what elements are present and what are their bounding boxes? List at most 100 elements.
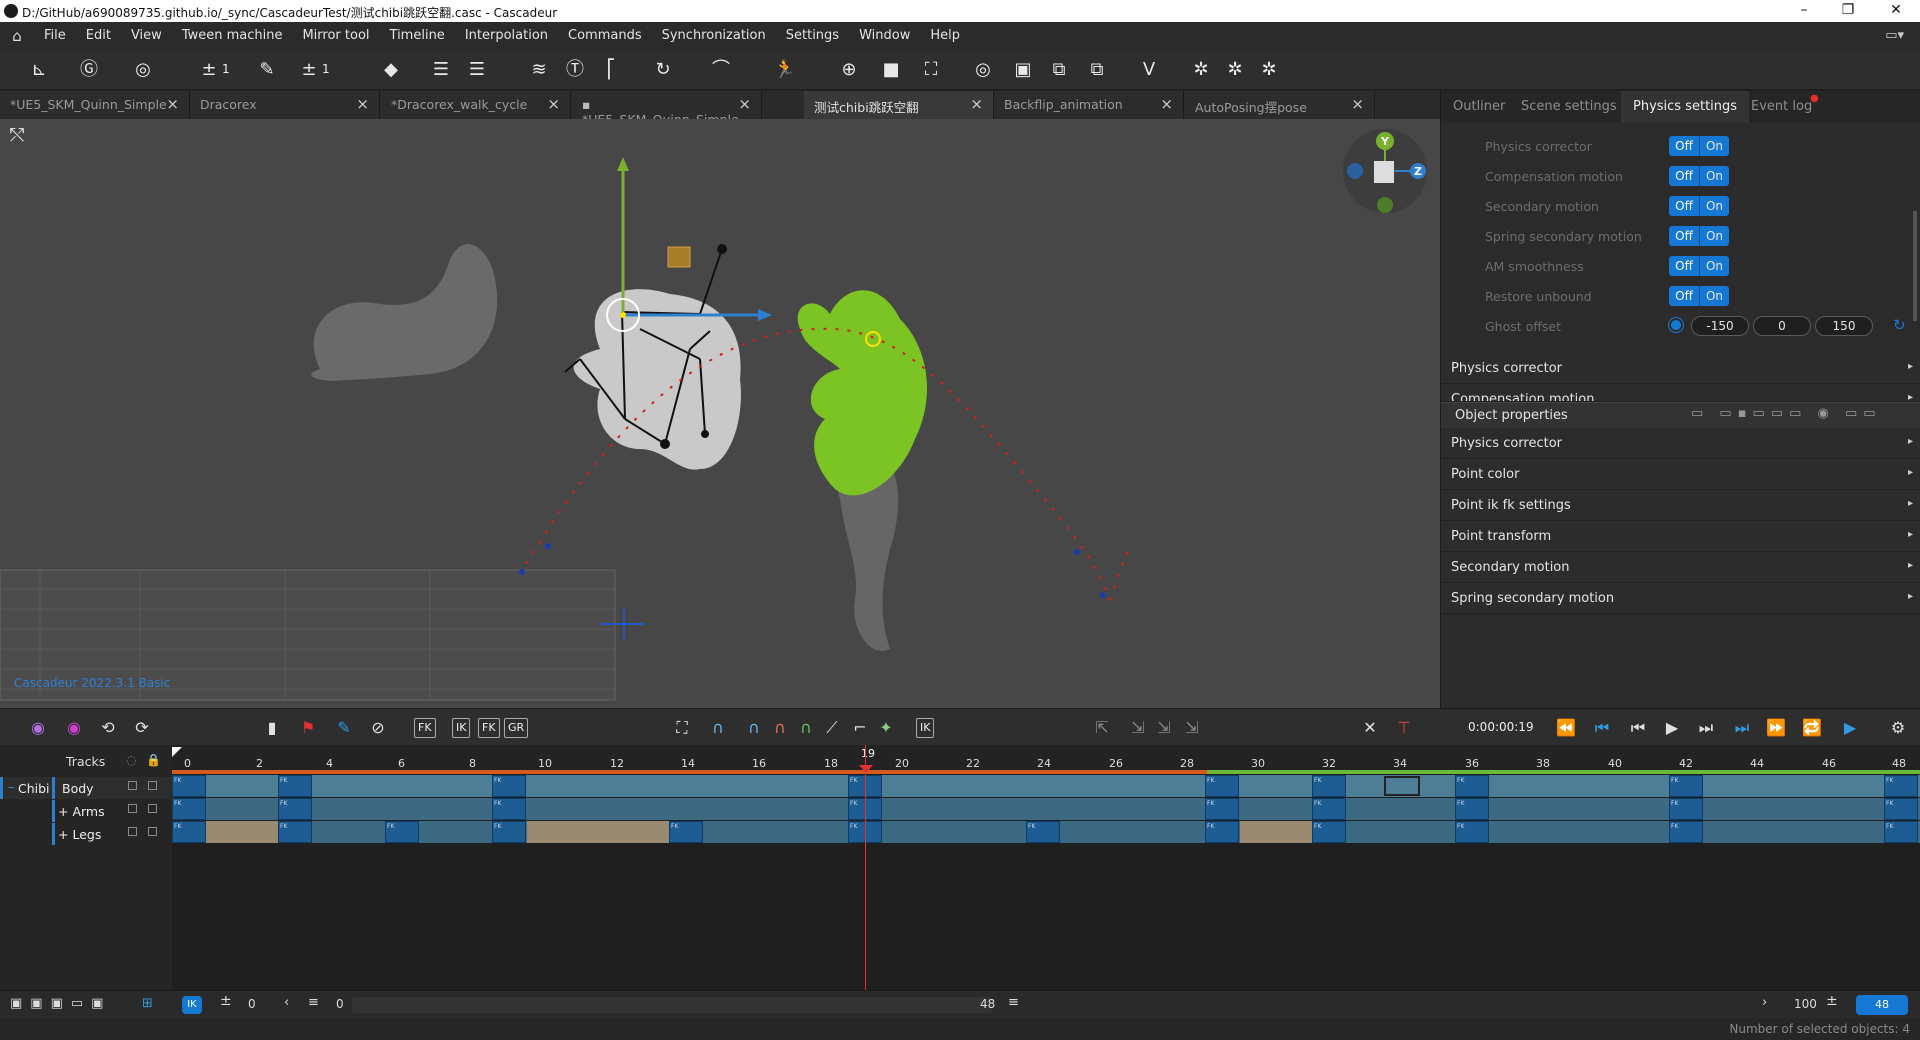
scroll-right-icon[interactable]: › (1762, 995, 1767, 1010)
angle-step-icon[interactable]: ± (296, 58, 322, 82)
menu-window[interactable]: Window (849, 22, 920, 50)
curve3-icon[interactable]: ∩ (768, 717, 792, 739)
tab-dracorex[interactable]: Dracorex × (190, 91, 380, 119)
track-row-body[interactable]: – Chibi Body (0, 777, 172, 799)
visibility-icon[interactable]: ◌ (126, 753, 136, 767)
object-properties-icons[interactable]: ▭ ▭▪▭▭▭ ◉ ▭▭ (1691, 406, 1882, 421)
curve2-icon[interactable]: ∩ (742, 717, 766, 739)
section-secondary-motion[interactable]: Secondary motion ▸ (1441, 552, 1920, 583)
section-spring-secondary[interactable]: Spring secondary motion ▸ (1441, 583, 1920, 614)
play-icon[interactable]: ▶ (1660, 717, 1684, 739)
settings-gear-icon[interactable]: ⚙ (1886, 717, 1910, 739)
secondary-motion-toggle[interactable]: Off On (1669, 196, 1729, 216)
keyframe[interactable]: FK (1884, 775, 1918, 797)
autopose-icon[interactable]: 🏃 (772, 58, 798, 82)
loop-icon[interactable]: ⟲ (96, 717, 120, 739)
menu-synchronization[interactable]: Synchronization (652, 22, 776, 50)
global-coords-icon[interactable]: Ⓖ (76, 58, 102, 82)
ghost-mode2-icon[interactable]: ◉ (62, 717, 86, 739)
scroll-left-icon[interactable]: ‹ (284, 995, 289, 1010)
keyframe[interactable]: FK (492, 821, 526, 843)
keyframe[interactable]: FK (492, 775, 526, 797)
prev-frame-icon[interactable]: ⏮ (1626, 717, 1650, 739)
restore-unbound-toggle[interactable]: Off On (1669, 286, 1729, 306)
keyframe[interactable]: FK (1205, 775, 1239, 797)
toggle-off[interactable]: Off (1669, 136, 1699, 156)
playhead-marker[interactable] (859, 765, 873, 773)
tab-physics-settings[interactable]: Physics settings (1621, 91, 1750, 123)
interval-bar-icon[interactable]: ▮ (260, 717, 284, 739)
maximize-button[interactable]: ❐ (1838, 2, 1858, 18)
keyframe[interactable]: FK (1312, 798, 1346, 820)
menu-file[interactable]: File (34, 22, 76, 50)
keyframe[interactable]: FK (1026, 821, 1060, 843)
text-tool-icon[interactable]: Ⓣ (562, 58, 588, 82)
step-icon[interactable]: ⌐ (848, 717, 872, 739)
menu-help[interactable]: Help (920, 22, 970, 50)
skeleton2-icon[interactable]: ✲ (1222, 58, 1248, 82)
playback-mode-icon[interactable]: ▶ (1838, 717, 1862, 739)
keyframe[interactable]: FK (1455, 798, 1489, 820)
keyframe[interactable]: FK (669, 821, 703, 843)
keyframe[interactable]: FK (1669, 775, 1703, 797)
start-frame[interactable]: 0 (248, 997, 256, 1011)
close-tab-icon[interactable]: × (547, 95, 560, 113)
tab-ue5-quinn[interactable]: *UE5_SKM_Quinn_Simple × (0, 91, 190, 119)
tab-chibi-jump[interactable]: 测试chibi跳跃空翻 × (804, 91, 994, 119)
section-physics-corrector-top[interactable]: Physics corrector ▸ (1441, 353, 1920, 384)
tween2-icon[interactable]: ⇲ (1126, 717, 1150, 739)
keyframe[interactable]: FK (1205, 798, 1239, 820)
menu-timeline[interactable]: Timeline (380, 22, 455, 50)
flag-icon[interactable]: ⚑ (296, 717, 320, 739)
keyframe[interactable]: FK (492, 798, 526, 820)
am-smoothness-toggle[interactable]: Off On (1669, 256, 1729, 276)
home-icon[interactable]: ⌂ (0, 27, 34, 45)
keyframe[interactable]: FK (1312, 775, 1346, 797)
copy-icon[interactable]: ⧉ (1046, 58, 1072, 82)
close-tab-icon[interactable]: × (356, 95, 369, 113)
loop-playback-icon[interactable]: 🔁 (1800, 717, 1824, 739)
toggle-on[interactable]: On (1699, 256, 1729, 276)
target-icon[interactable]: ⊕ (836, 58, 862, 82)
close-tab-icon[interactable]: × (970, 95, 983, 113)
tween4-icon[interactable]: ⇲ (1180, 717, 1204, 739)
ik-toggle[interactable]: IK (916, 718, 935, 738)
fk-button[interactable]: FK (414, 718, 436, 738)
keyframe[interactable]: FK (1312, 821, 1346, 843)
tween3-icon[interactable]: ⇲ (1152, 717, 1176, 739)
section-point-transform[interactable]: Point transform ▸ (1441, 521, 1920, 552)
refresh-icon[interactable]: ⟳ (130, 717, 154, 739)
tab-ue5-quinn-1[interactable]: ▪ *UE5_SKM_Quinn_Simple (1)× (572, 91, 762, 142)
viewport-scene[interactable]: Y Z ⤲ (0, 119, 1440, 708)
close-tab-icon[interactable]: × (166, 95, 179, 113)
toggle-on[interactable]: On (1699, 136, 1729, 156)
tab-autoposing[interactable]: AutoPosing摆pose × (1185, 91, 1375, 119)
end-frame-field[interactable]: 48 (980, 997, 995, 1011)
handle-icon[interactable]: ≡ (1008, 995, 1019, 1010)
curve4-icon[interactable]: ∩ (794, 717, 818, 739)
rewind-icon[interactable]: ⏪ (1554, 717, 1578, 739)
camera-icon[interactable]: ■ (878, 58, 904, 82)
interval3-icon[interactable]: ≋ (526, 58, 552, 82)
track-lock-checkbox[interactable] (148, 781, 157, 790)
rotate-icon[interactable]: ↻ (650, 58, 676, 82)
layout-icon[interactable]: ▭▾ (1885, 28, 1904, 43)
spiral-icon[interactable]: ◎ (970, 58, 996, 82)
offset-icon[interactable]: ± (220, 993, 232, 1009)
lock-icon[interactable]: 🔒 (146, 753, 161, 767)
next-key-icon[interactable]: ⏭ (1730, 717, 1754, 739)
prev-key-icon[interactable]: ⏮ (1590, 717, 1614, 739)
pivot-icon[interactable]: ◎ (130, 58, 156, 82)
frame-marker-icon[interactable]: ⊤ (1392, 717, 1416, 739)
ghost-mode-icon[interactable]: ◉ (26, 717, 50, 739)
toggle-on[interactable]: On (1699, 226, 1729, 246)
magic-icon[interactable]: ✦ (874, 717, 898, 739)
tab-scene-settings[interactable]: Scene settings (1509, 91, 1629, 123)
track-row-arms[interactable]: + Arms (0, 800, 172, 822)
keyframe[interactable]: FK (1669, 798, 1703, 820)
reset-icon[interactable]: ↻ (1893, 316, 1906, 334)
tween1-icon[interactable]: ⇱ (1090, 717, 1114, 739)
keyframe[interactable]: FK (1455, 821, 1489, 843)
brush-icon[interactable]: ✎ (254, 58, 280, 82)
menu-view[interactable]: View (121, 22, 172, 50)
